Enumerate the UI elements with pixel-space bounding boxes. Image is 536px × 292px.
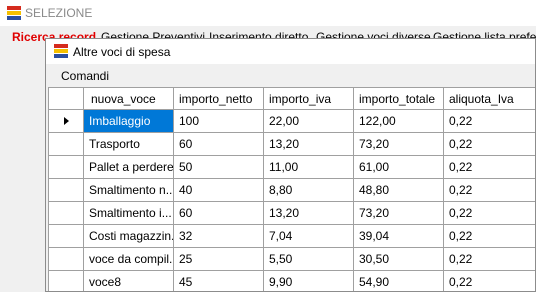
cell-importo-iva[interactable]: 22,00 [263,109,354,133]
table-row[interactable]: Smaltimento i... 60 13,20 73,20 0,22 [48,201,535,225]
cell-importo-totale[interactable]: 54,90 [353,270,444,291]
cell-aliquota-iva[interactable]: 0,22 [443,224,535,248]
cell-importo-netto[interactable]: 100 [173,109,264,133]
row-header[interactable] [48,201,84,225]
menu-comandi[interactable]: Comandi [61,69,109,83]
row-header[interactable] [48,132,84,156]
window-menu-bar: Comandi [46,64,535,86]
cell-importo-iva[interactable]: 13,20 [263,132,354,156]
app-flag-icon [54,44,68,58]
cell-aliquota-iva[interactable]: 0,22 [443,201,535,225]
table-row[interactable]: voce da compil... 25 5,50 30,50 0,22 [48,247,535,271]
cell-nuova-voce[interactable]: Costi magazzin... [83,224,174,248]
window-titlebar[interactable]: Altre voci di spesa [46,39,535,64]
current-row-arrow-icon [63,117,69,125]
cell-importo-iva[interactable]: 13,20 [263,201,354,225]
cell-importo-iva[interactable]: 7,04 [263,224,354,248]
row-header[interactable] [48,247,84,271]
column-header-nuova-voce[interactable]: nuova_voce [83,87,174,110]
cell-importo-totale[interactable]: 61,00 [353,155,444,179]
cell-nuova-voce[interactable]: Trasporto [83,132,174,156]
header-row: nuova_voce importo_netto importo_iva imp… [48,87,535,110]
app-flag-icon [7,6,21,20]
cell-nuova-voce[interactable]: voce da compil... [83,247,174,271]
cell-importo-totale[interactable]: 73,20 [353,132,444,156]
data-grid[interactable]: nuova_voce importo_netto importo_iva imp… [48,87,535,291]
cell-importo-netto[interactable]: 60 [173,201,264,225]
cell-importo-totale[interactable]: 73,20 [353,201,444,225]
cell-importo-iva[interactable]: 8,80 [263,178,354,202]
row-header[interactable] [48,224,84,248]
cell-importo-netto[interactable]: 60 [173,132,264,156]
window-title: Altre voci di spesa [73,45,171,59]
column-header-importo-totale[interactable]: importo_totale [353,87,444,110]
cell-importo-totale[interactable]: 39,04 [353,224,444,248]
cell-importo-totale[interactable]: 30,50 [353,247,444,271]
row-header[interactable] [48,270,84,291]
row-header[interactable] [48,155,84,179]
table-row[interactable]: Pallet a perdere 50 11,00 61,00 0,22 [48,155,535,179]
cell-aliquota-iva[interactable]: 0,22 [443,247,535,271]
cell-importo-iva[interactable]: 9,90 [263,270,354,291]
cell-importo-totale[interactable]: 122,00 [353,109,444,133]
table-row[interactable]: Costi magazzin... 32 7,04 39,04 0,22 [48,224,535,248]
table-row[interactable]: Trasporto 60 13,20 73,20 0,22 [48,132,535,156]
cell-nuova-voce[interactable]: Smaltimento i... [83,201,174,225]
cell-aliquota-iva[interactable]: 0,22 [443,155,535,179]
row-header-corner[interactable] [48,87,84,110]
background-window-titlebar: SELEZIONE [0,0,536,26]
row-header[interactable] [48,109,84,133]
cell-nuova-voce[interactable]: Smaltimento n... [83,178,174,202]
cell-importo-iva[interactable]: 5,50 [263,247,354,271]
row-header[interactable] [48,178,84,202]
cell-nuova-voce[interactable]: Imballaggio [83,109,174,133]
altre-voci-window: Altre voci di spesa Comandi nuova_voce i… [45,38,536,292]
cell-aliquota-iva[interactable]: 0,22 [443,270,535,291]
table-row[interactable]: voce8 45 9,90 54,90 0,22 [48,270,535,291]
cell-importo-netto[interactable]: 32 [173,224,264,248]
cell-importo-netto[interactable]: 50 [173,155,264,179]
cell-importo-iva[interactable]: 11,00 [263,155,354,179]
cell-importo-netto[interactable]: 45 [173,270,264,291]
cell-aliquota-iva[interactable]: 0,22 [443,178,535,202]
background-window-title: SELEZIONE [25,6,93,20]
table-row[interactable]: Smaltimento n... 40 8,80 48,80 0,22 [48,178,535,202]
cell-importo-totale[interactable]: 48,80 [353,178,444,202]
cell-aliquota-iva[interactable]: 0,22 [443,132,535,156]
column-header-aliquota-iva[interactable]: aliquota_Iva [443,87,535,110]
table-row[interactable]: Imballaggio 100 22,00 122,00 0,22 [48,109,535,133]
cell-nuova-voce[interactable]: Pallet a perdere [83,155,174,179]
cell-importo-netto[interactable]: 25 [173,247,264,271]
column-header-importo-netto[interactable]: importo_netto [173,87,264,110]
cell-importo-netto[interactable]: 40 [173,178,264,202]
column-header-importo-iva[interactable]: importo_iva [263,87,354,110]
cell-nuova-voce[interactable]: voce8 [83,270,174,291]
cell-aliquota-iva[interactable]: 0,22 [443,109,535,133]
